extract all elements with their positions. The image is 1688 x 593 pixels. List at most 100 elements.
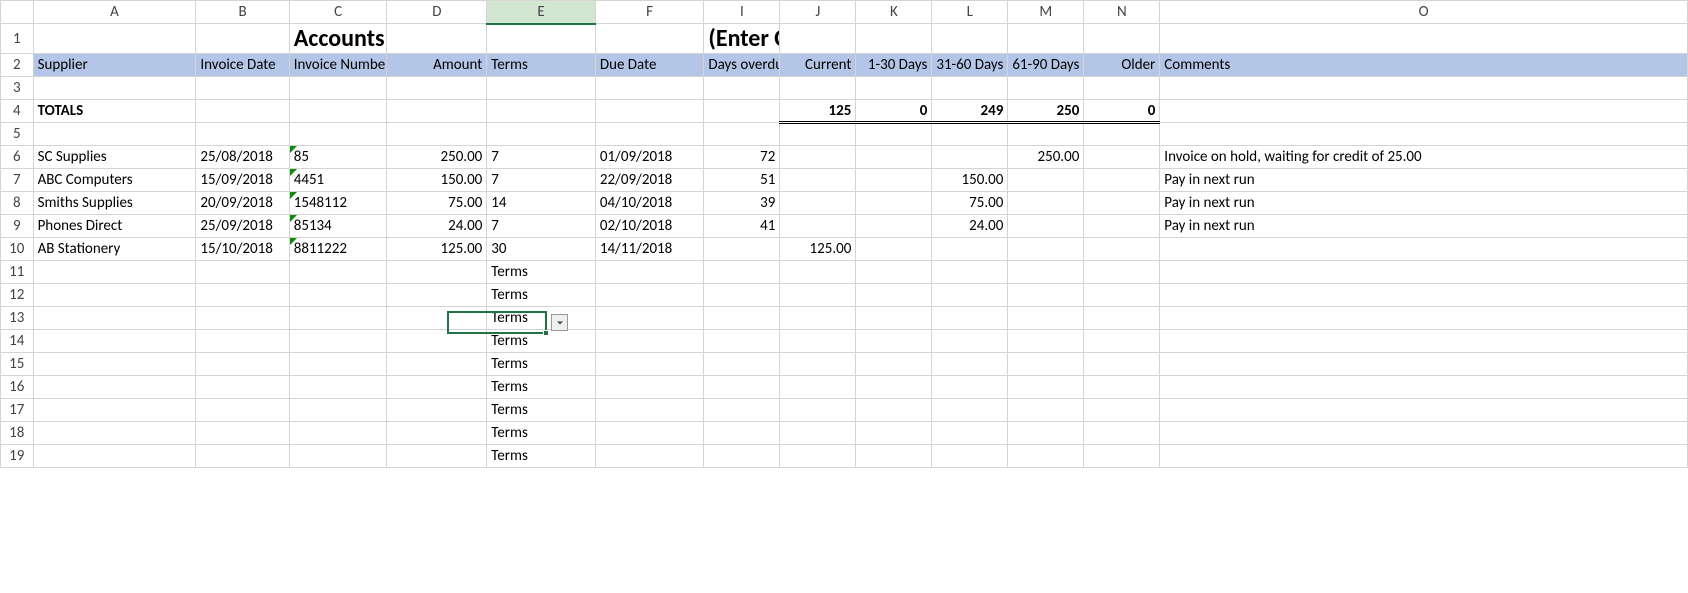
header-K[interactable]: 1-30 Days [856,54,932,77]
cell-J14[interactable] [780,330,856,353]
data-cell[interactable]: 8811222 [289,238,387,261]
cell-F14[interactable] [595,330,704,353]
header-M[interactable]: 61-90 Days [1008,54,1084,77]
column-header-A[interactable]: A [33,1,196,24]
cell-J13[interactable] [780,307,856,330]
cell-N14[interactable] [1084,330,1160,353]
cell-L13[interactable] [932,307,1008,330]
data-cell[interactable]: 150.00 [932,169,1008,192]
cell-K17[interactable] [856,399,932,422]
data-cell[interactable]: 41 [704,215,780,238]
cell-N17[interactable] [1084,399,1160,422]
cell-L18[interactable] [932,422,1008,445]
company-name-title[interactable]: (Enter Company Name Here) [704,24,780,54]
cell-D4[interactable] [387,100,487,123]
data-cell[interactable]: 04/10/2018 [595,192,704,215]
cell-I16[interactable] [704,376,780,399]
cell-E5[interactable] [487,123,596,146]
cell-L12[interactable] [932,284,1008,307]
data-cell[interactable] [1084,169,1160,192]
data-cell[interactable] [1084,238,1160,261]
column-header-D[interactable]: D [387,1,487,24]
cell-O11[interactable] [1160,261,1688,284]
cell-B11[interactable] [196,261,289,284]
cell-I11[interactable] [704,261,780,284]
cell-D14[interactable] [387,330,487,353]
terms-placeholder-cell[interactable]: Terms [487,399,596,422]
cell-I3[interactable] [704,77,780,100]
row-header-1[interactable]: 1 [1,24,34,54]
cell-B19[interactable] [196,445,289,468]
cell-J5[interactable] [780,123,856,146]
data-cell[interactable] [932,146,1008,169]
column-header-B[interactable]: B [196,1,289,24]
cell-C18[interactable] [289,422,387,445]
cell-I18[interactable] [704,422,780,445]
data-cell[interactable] [1160,238,1688,261]
cell-E1[interactable] [487,24,596,54]
cell-K1[interactable] [856,24,932,54]
cell-K12[interactable] [856,284,932,307]
cell-C13[interactable] [289,307,387,330]
data-cell[interactable] [1008,238,1084,261]
data-cell[interactable]: 7 [487,146,596,169]
cell-F16[interactable] [595,376,704,399]
row-header-12[interactable]: 12 [1,284,34,307]
terms-placeholder-cell[interactable]: Terms [487,330,596,353]
cell-M19[interactable] [1008,445,1084,468]
row-header-19[interactable]: 19 [1,445,34,468]
data-cell[interactable] [1084,146,1160,169]
terms-placeholder-cell[interactable]: Terms [487,376,596,399]
terms-placeholder-cell[interactable]: Terms [487,261,596,284]
cell-B18[interactable] [196,422,289,445]
header-I[interactable]: Days overdue [704,54,780,77]
column-header-E[interactable]: E [487,1,596,24]
cell-B17[interactable] [196,399,289,422]
cell-K13[interactable] [856,307,932,330]
cell-F1[interactable] [595,24,704,54]
data-cell[interactable]: Pay in next run [1160,169,1688,192]
page-title[interactable]: Accounts Payable [289,24,387,54]
cell-N18[interactable] [1084,422,1160,445]
cell-A5[interactable] [33,123,196,146]
row-header-11[interactable]: 11 [1,261,34,284]
cell-O19[interactable] [1160,445,1688,468]
data-cell[interactable] [856,215,932,238]
data-cell[interactable] [856,238,932,261]
terms-placeholder-cell[interactable]: Terms [487,307,596,330]
data-cell[interactable]: 02/10/2018 [595,215,704,238]
column-header-J[interactable]: J [780,1,856,24]
cell-D3[interactable] [387,77,487,100]
cell-K16[interactable] [856,376,932,399]
cell-L16[interactable] [932,376,1008,399]
cell-M16[interactable] [1008,376,1084,399]
cell-N3[interactable] [1084,77,1160,100]
data-cell[interactable]: Phones Direct [33,215,196,238]
data-cell[interactable]: 125.00 [387,238,487,261]
data-cell[interactable]: 14/11/2018 [595,238,704,261]
cell-A11[interactable] [33,261,196,284]
cell-O15[interactable] [1160,353,1688,376]
cell-N1[interactable] [1084,24,1160,54]
cell-O12[interactable] [1160,284,1688,307]
data-cell[interactable] [1084,192,1160,215]
data-cell[interactable]: 51 [704,169,780,192]
cell-A14[interactable] [33,330,196,353]
data-cell[interactable] [704,238,780,261]
data-cell[interactable]: Invoice on hold, waiting for credit of 2… [1160,146,1688,169]
cell-I17[interactable] [704,399,780,422]
data-cell[interactable]: 22/09/2018 [595,169,704,192]
data-cell[interactable]: 20/09/2018 [196,192,289,215]
cell-D11[interactable] [387,261,487,284]
terms-placeholder-cell[interactable]: Terms [487,353,596,376]
cell-A1[interactable] [33,24,196,54]
cell-L1[interactable] [932,24,1008,54]
cell-O1[interactable] [1160,24,1688,54]
cell-K11[interactable] [856,261,932,284]
column-header-O[interactable]: O [1160,1,1688,24]
cell-I14[interactable] [704,330,780,353]
cell-M14[interactable] [1008,330,1084,353]
cell-F11[interactable] [595,261,704,284]
data-cell[interactable] [856,192,932,215]
cell-L3[interactable] [932,77,1008,100]
